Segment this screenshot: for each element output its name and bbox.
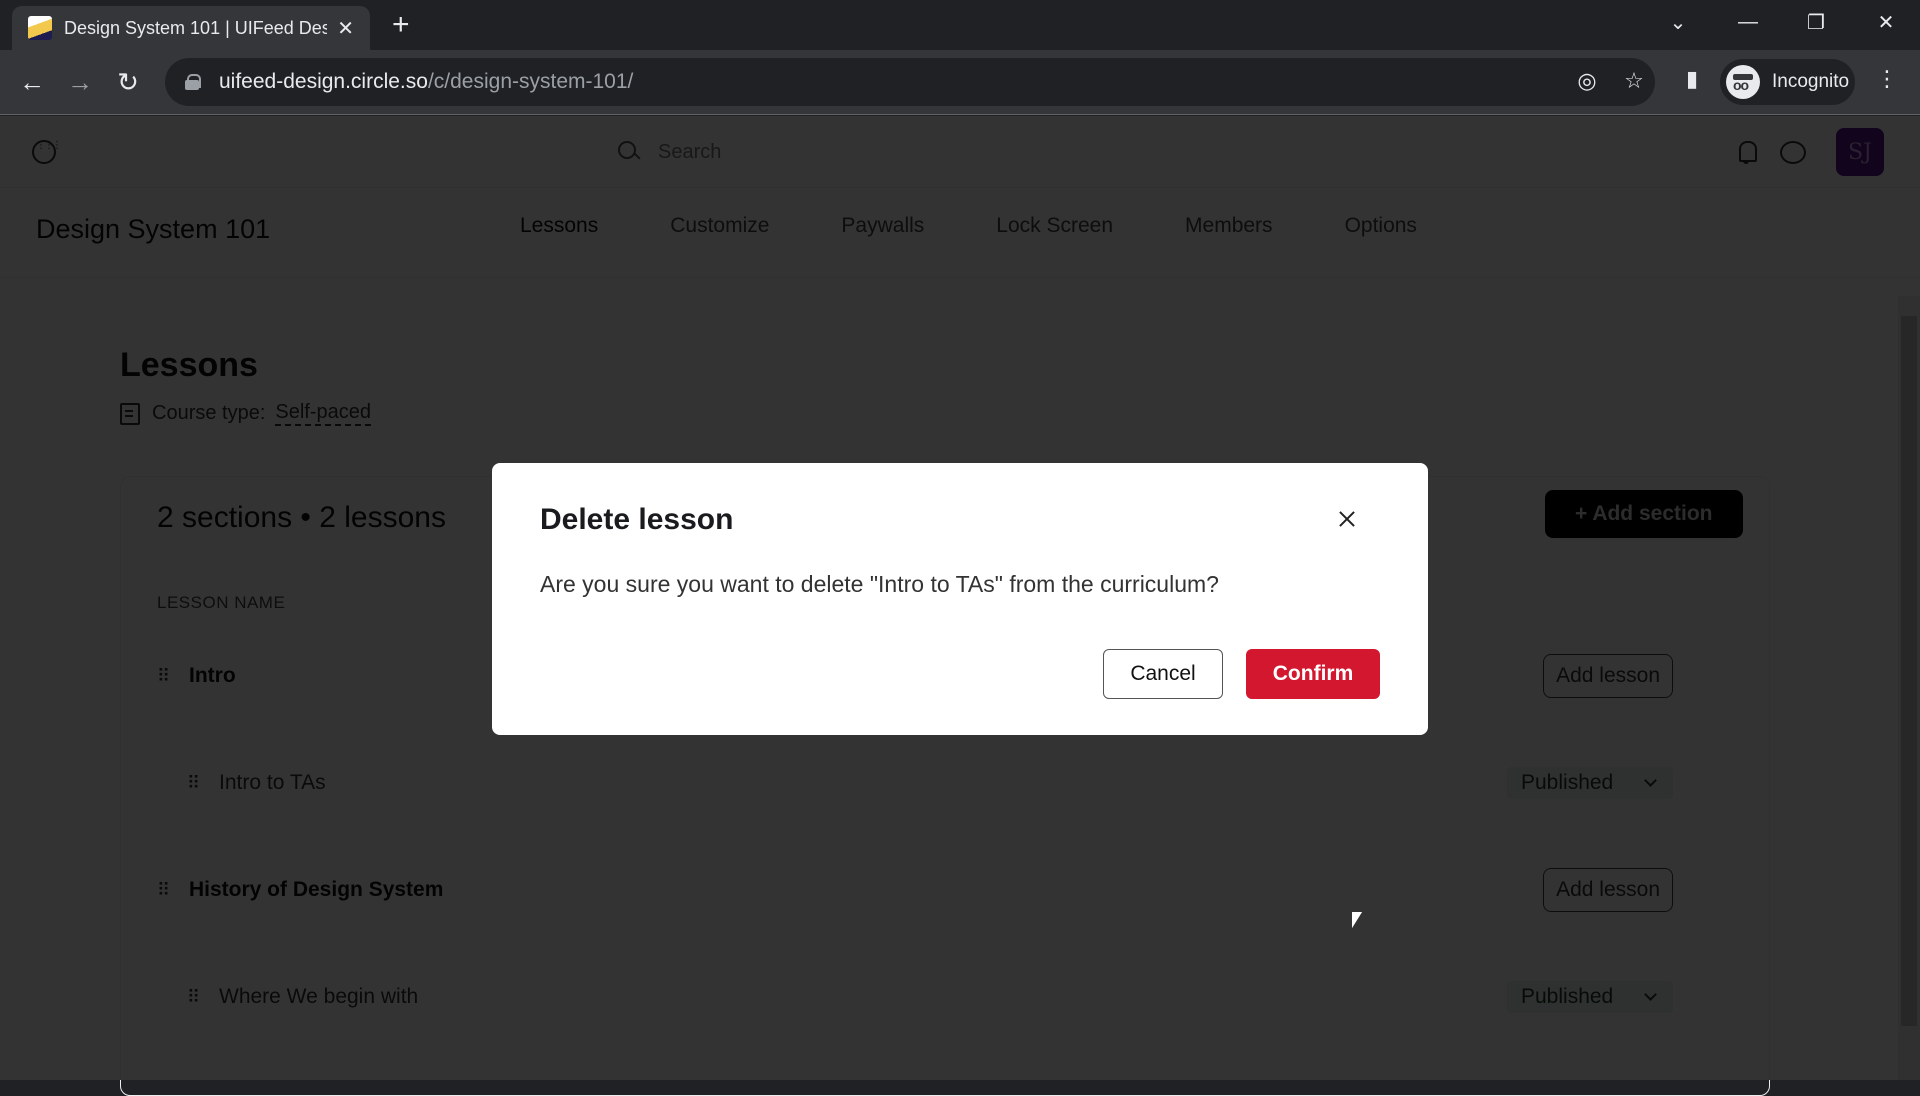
- modal-title: Delete lesson: [540, 503, 734, 536]
- forward-button[interactable]: →: [60, 62, 100, 102]
- bookmark-star-icon[interactable]: ☆: [1620, 68, 1648, 96]
- mouse-cursor-icon: [1352, 912, 1362, 928]
- reload-button[interactable]: ↻: [108, 62, 148, 102]
- url-path: /c/design-system-101/: [427, 70, 634, 93]
- browser-menu-icon[interactable]: ⋮: [1873, 66, 1901, 94]
- browser-tabstrip: Design System 101 | UIFeed Desi ✕ + ⌄ — …: [0, 0, 1920, 50]
- restore-button[interactable]: ❐: [1786, 0, 1846, 44]
- delete-lesson-modal: Delete lesson Are you sure you want to d…: [492, 463, 1428, 735]
- close-window-button[interactable]: ✕: [1856, 0, 1916, 44]
- browser-toolbar: ← → ↻ uifeed-design.circle.so/c/design-s…: [0, 50, 1920, 115]
- browser-tab[interactable]: Design System 101 | UIFeed Desi ✕: [12, 6, 370, 50]
- tab-title: Design System 101 | UIFeed Desi: [64, 17, 328, 38]
- site-favicon-icon: [28, 16, 52, 40]
- new-tab-button[interactable]: +: [392, 8, 410, 42]
- close-tab-icon[interactable]: ✕: [337, 16, 354, 41]
- tab-search-icon[interactable]: ⌄: [1648, 0, 1708, 44]
- address-bar[interactable]: uifeed-design.circle.so/c/design-system-…: [165, 58, 1655, 106]
- incognito-label: Incognito: [1772, 71, 1850, 92]
- minimize-button[interactable]: —: [1718, 0, 1778, 44]
- url-host: uifeed-design.circle.so: [219, 70, 428, 93]
- lock-icon[interactable]: [185, 74, 201, 90]
- confirm-button[interactable]: Confirm: [1246, 649, 1380, 699]
- incognito-icon: [1726, 65, 1760, 99]
- back-button[interactable]: ←: [12, 62, 52, 102]
- close-icon[interactable]: [1332, 505, 1362, 535]
- eye-off-icon[interactable]: ◎: [1573, 68, 1601, 96]
- incognito-profile-button[interactable]: Incognito: [1720, 59, 1855, 105]
- side-panel-icon[interactable]: ▮: [1678, 66, 1706, 94]
- modal-message: Are you sure you want to delete "Intro t…: [540, 571, 1219, 597]
- cancel-button[interactable]: Cancel: [1103, 649, 1223, 699]
